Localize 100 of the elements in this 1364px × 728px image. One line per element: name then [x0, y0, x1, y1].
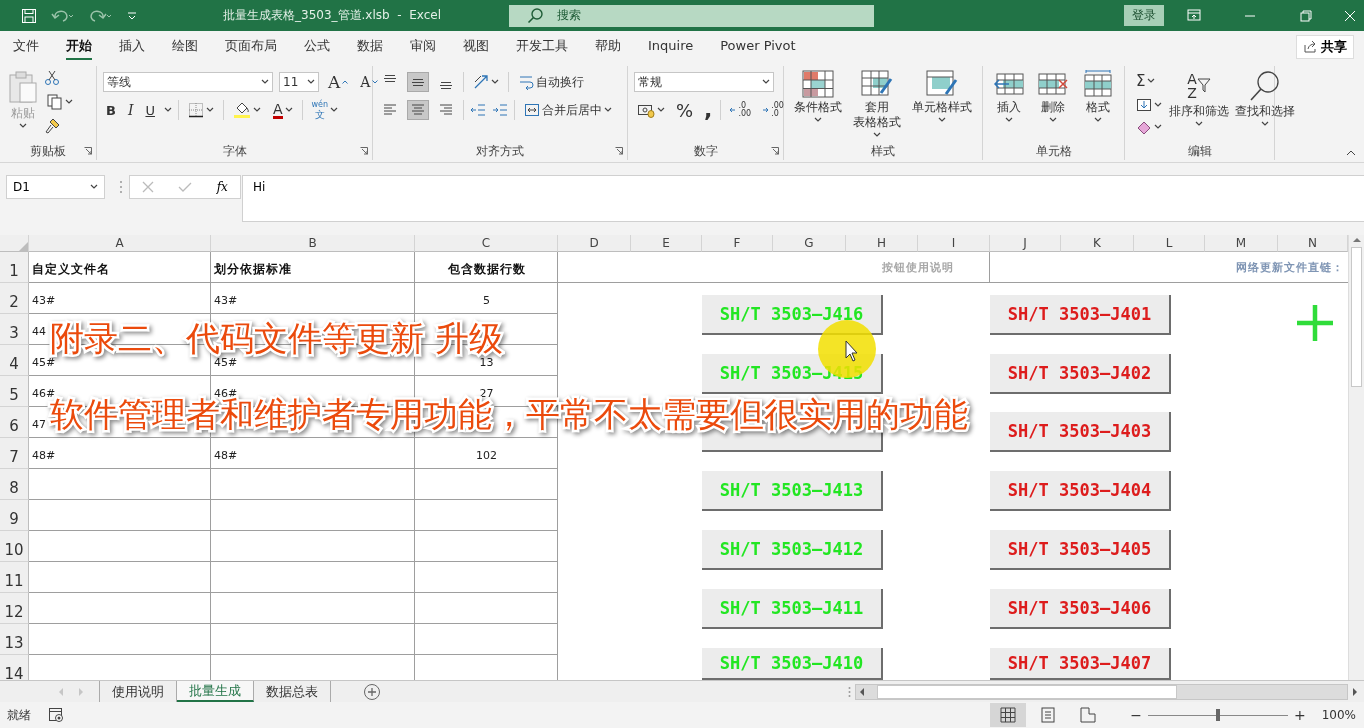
menu-tab[interactable]: 页面布局: [225, 33, 277, 60]
column-header[interactable]: F: [702, 235, 773, 252]
format-painter-icon[interactable]: [44, 118, 60, 134]
zoom-out-button[interactable]: −: [1130, 707, 1142, 723]
caret-icon[interactable]: [205, 107, 214, 113]
row-header[interactable]: 10: [0, 531, 29, 562]
caret-icon[interactable]: [657, 107, 665, 113]
dropdown-icon[interactable]: [90, 184, 98, 190]
scroll-up-icon[interactable]: [1352, 237, 1361, 243]
insert-function-button[interactable]: fx: [216, 180, 228, 194]
sort-filter-button[interactable]: A Z 排序和筛选: [1167, 70, 1231, 127]
row-header[interactable]: 5: [0, 376, 29, 407]
caret-icon[interactable]: [873, 132, 881, 138]
conditional-format-button[interactable]: 条件格式: [791, 70, 844, 123]
caret-icon[interactable]: [491, 79, 499, 85]
column-header[interactable]: E: [631, 235, 702, 252]
dialog-launcher-icon[interactable]: [84, 147, 92, 155]
cell-styles-button[interactable]: 单元格样式: [910, 70, 975, 123]
row-header[interactable]: 9: [0, 500, 29, 531]
menu-tab[interactable]: 审阅: [410, 33, 436, 60]
row-header[interactable]: 11: [0, 562, 29, 593]
search-field[interactable]: 搜索: [509, 4, 874, 27]
row-header[interactable]: 6: [0, 407, 29, 438]
decrease-decimal-button[interactable]: .00 .0: [759, 100, 787, 120]
macro-button[interactable]: SH/T 3503—J406: [990, 589, 1171, 629]
row-header[interactable]: 3: [0, 314, 29, 345]
dialog-launcher-icon[interactable]: [771, 147, 779, 155]
column-header[interactable]: I: [918, 235, 990, 252]
caret-icon[interactable]: [1195, 121, 1203, 127]
customize-icon[interactable]: [127, 11, 137, 20]
font-size-field[interactable]: 11: [279, 72, 319, 92]
caret-icon[interactable]: [1049, 117, 1058, 123]
name-box[interactable]: D1: [6, 175, 105, 199]
macro-button[interactable]: SH/T 3503—J407: [990, 648, 1171, 680]
menu-tab[interactable]: 帮助: [595, 33, 621, 60]
macro-button[interactable]: SH/T 3503—J403: [990, 412, 1171, 452]
number-format-field[interactable]: 常规: [634, 72, 774, 92]
caret-icon[interactable]: [252, 107, 261, 113]
sheet-tab[interactable]: 批量生成: [177, 681, 254, 702]
menu-tab[interactable]: 数据: [357, 33, 383, 60]
column-header[interactable]: N: [1278, 235, 1348, 252]
column-header[interactable]: K: [1061, 235, 1134, 252]
row-header[interactable]: 2: [0, 283, 29, 314]
row-header[interactable]: 1: [0, 252, 29, 283]
column-header[interactable]: H: [846, 235, 918, 252]
column-header[interactable]: M: [1205, 235, 1278, 252]
sign-in-button[interactable]: 登录: [1124, 5, 1164, 26]
caret-icon[interactable]: [604, 107, 612, 113]
grip-icon[interactable]: [848, 685, 851, 698]
horizontal-scrollbar[interactable]: [855, 683, 1348, 700]
column-header[interactable]: D: [558, 235, 631, 252]
scroll-right-icon[interactable]: [1352, 687, 1358, 696]
caret-icon[interactable]: [65, 99, 73, 105]
share-button[interactable]: 共享: [1296, 34, 1354, 59]
row-header[interactable]: 13: [0, 624, 29, 655]
merge-center-button[interactable]: 合并后居中: [521, 99, 615, 121]
undo-icon[interactable]: [51, 8, 75, 23]
row-header[interactable]: 4: [0, 345, 29, 376]
dialog-launcher-icon[interactable]: [615, 147, 623, 155]
save-icon[interactable]: [21, 7, 37, 24]
view-button[interactable]: [990, 703, 1027, 727]
increase-decimal-button[interactable]: .0 .00: [726, 100, 755, 120]
caret-icon[interactable]: [330, 107, 339, 113]
macro-button[interactable]: SH/T 3503—J404: [990, 471, 1171, 511]
menu-tab[interactable]: 绘图: [172, 33, 198, 60]
formula-field[interactable]: Hi: [242, 175, 1364, 222]
insert-button[interactable]: 插入: [991, 70, 1028, 123]
column-header[interactable]: L: [1134, 235, 1205, 252]
vertical-scrollbar[interactable]: [1348, 235, 1364, 680]
redo-icon[interactable]: [89, 8, 113, 23]
menu-tab[interactable]: Power Pivot: [720, 35, 796, 58]
align-button[interactable]: [407, 72, 429, 92]
zoom-in-button[interactable]: +: [1293, 707, 1306, 723]
macro-button[interactable]: SH/T 3503—J401: [990, 295, 1171, 335]
dialog-launcher-icon[interactable]: [360, 147, 368, 155]
menu-tab[interactable]: 开始: [66, 33, 92, 60]
row-header[interactable]: 12: [0, 593, 29, 624]
wrap-text-button[interactable]: 自动换行: [515, 71, 587, 93]
dropdown-icon[interactable]: [261, 79, 269, 85]
menu-tab[interactable]: 插入: [119, 33, 145, 60]
dropdown-icon[interactable]: [762, 79, 770, 85]
menu-tab[interactable]: Inquire: [648, 35, 694, 58]
grow-font-button[interactable]: A: [325, 70, 352, 94]
format-button[interactable]: 格式: [1079, 70, 1116, 123]
column-header[interactable]: G: [773, 235, 846, 252]
caret-icon[interactable]: [938, 117, 947, 123]
caret-icon[interactable]: [284, 107, 293, 113]
restore-icon[interactable]: [1298, 7, 1314, 24]
table-format-button[interactable]: 套用 表格格式: [851, 70, 903, 138]
phonetic-button[interactable]: wén 文: [308, 98, 342, 122]
column-header[interactable]: J: [990, 235, 1061, 252]
comma-button[interactable]: ,: [701, 100, 716, 120]
font-name-field[interactable]: 等线: [103, 72, 273, 92]
add-sheet-icon[interactable]: [363, 682, 381, 701]
scroll-left-icon[interactable]: [859, 687, 865, 696]
caret-icon[interactable]: [163, 107, 172, 113]
macro-record-icon[interactable]: [48, 707, 64, 723]
column-header[interactable]: C: [415, 235, 558, 252]
row-header[interactable]: 7: [0, 438, 29, 469]
column-header[interactable]: A: [29, 235, 211, 252]
